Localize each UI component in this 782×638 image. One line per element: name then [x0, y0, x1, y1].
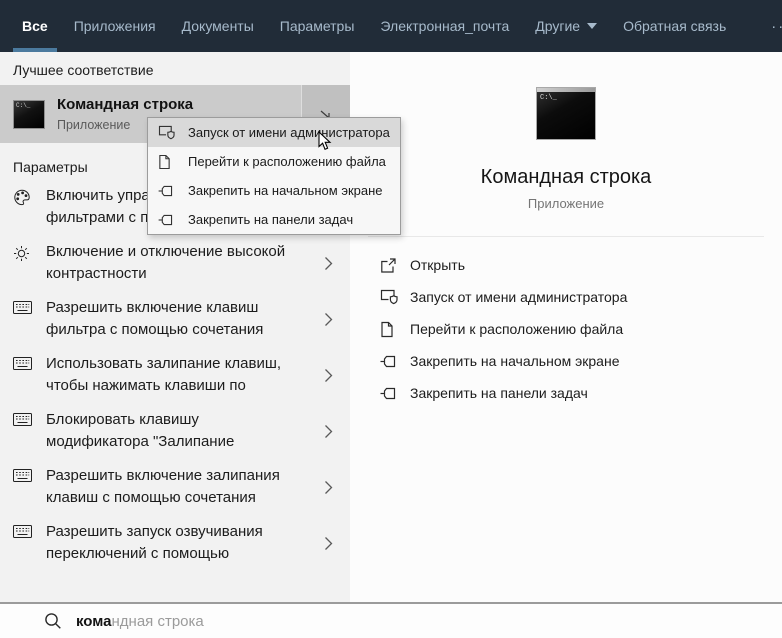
setting-result-filter-keys[interactable]: Разрешить включение клавиш фильтра с пом…: [0, 297, 350, 341]
menu-item-pin-to-taskbar[interactable]: Закрепить на панели задач: [148, 205, 400, 234]
action-open[interactable]: Открыть: [350, 249, 782, 281]
tab-apps[interactable]: Приложения: [65, 0, 165, 52]
tab-documents[interactable]: Документы: [173, 0, 263, 52]
preview-panel: C:\_ Командная строка Приложение Открыть…: [350, 52, 782, 602]
color-filters-icon: [13, 185, 46, 229]
feedback-button[interactable]: Обратная связь: [614, 0, 735, 52]
search-query-text: командная строка: [76, 613, 204, 630]
command-prompt-icon-large: C:\_: [536, 87, 596, 140]
tab-email[interactable]: Электронная_почта: [371, 0, 518, 52]
context-menu: Запуск от имени администратора Перейти к…: [147, 117, 401, 235]
command-prompt-icon-text: C:\_: [16, 101, 31, 109]
action-pin-to-start[interactable]: Закрепить на начальном экране: [350, 345, 782, 377]
file-location-icon: [158, 154, 178, 170]
settings-results-list: Включить упра фильтрами с по Включение и…: [0, 185, 350, 565]
pin-icon: [380, 387, 410, 400]
action-label: Закрепить на панели задач: [410, 385, 588, 401]
search-suggestion-text: ндная строка: [111, 612, 204, 630]
setting-result-label: Блокировать клавишу модификатора "Залипа…: [46, 411, 235, 450]
pin-icon: [380, 355, 410, 368]
setting-result-sticky-keys[interactable]: Использовать залипание клавиш, чтобы наж…: [0, 353, 350, 397]
search-typed-text: кома: [76, 612, 112, 630]
action-pin-to-taskbar[interactable]: Закрепить на панели задач: [350, 377, 782, 409]
command-prompt-icon-titlebar: [537, 88, 595, 92]
command-prompt-icon: C:\_: [13, 99, 45, 129]
pin-icon: [158, 214, 178, 226]
pin-icon: [158, 185, 178, 197]
tab-more-filters-label: Другие: [535, 18, 581, 34]
setting-result-label: Разрешить включение залипания клавиш с п…: [46, 467, 280, 506]
chevron-right-icon: [306, 465, 350, 509]
setting-result-lock-modifier[interactable]: Блокировать клавишу модификатора "Залипа…: [0, 409, 350, 453]
keyboard-icon: [13, 353, 46, 397]
menu-item-label: Закрепить на начальном экране: [188, 183, 383, 198]
keyboard-icon: [13, 521, 46, 565]
chevron-right-icon: [306, 521, 350, 565]
mouse-cursor: [318, 131, 332, 151]
action-label: Открыть: [410, 257, 465, 273]
command-prompt-icon-text: C:\_: [540, 94, 557, 102]
action-label: Перейти к расположению файла: [410, 321, 624, 337]
search-header-bar: Все Приложения Документы Параметры Элект…: [0, 0, 782, 52]
chevron-right-icon: [306, 353, 350, 397]
chevron-right-icon: [306, 409, 350, 453]
keyboard-icon: [13, 465, 46, 509]
search-icon: [45, 613, 61, 629]
setting-result-label: Использовать залипание клавиш, чтобы наж…: [46, 355, 282, 394]
tab-all[interactable]: Все: [13, 0, 57, 52]
contrast-icon: [13, 241, 46, 285]
run-as-admin-icon: [158, 125, 178, 140]
setting-result-toggle-sounds[interactable]: Разрешить запуск озвучивания переключени…: [0, 521, 350, 565]
search-input[interactable]: командная строка: [0, 602, 782, 638]
action-run-as-admin[interactable]: Запуск от имени администратора: [350, 281, 782, 313]
open-icon: [380, 257, 410, 274]
preview-actions-list: Открыть Запуск от имени администратора П…: [350, 249, 782, 409]
menu-item-label: Перейти к расположению файла: [188, 154, 386, 169]
best-match-title: Командная строка: [57, 96, 194, 113]
chevron-right-icon: [306, 241, 350, 285]
menu-item-label: Закрепить на панели задач: [188, 212, 354, 227]
run-as-admin-icon: [380, 289, 410, 305]
action-label: Запуск от имени администратора: [410, 289, 628, 305]
setting-result-enable-sticky[interactable]: Разрешить включение залипания клавиш с п…: [0, 465, 350, 509]
preview-divider: [368, 236, 764, 237]
preview-app-title: Командная строка: [480, 166, 652, 188]
file-location-icon: [380, 321, 410, 338]
menu-item-pin-to-start[interactable]: Закрепить на начальном экране: [148, 176, 400, 205]
action-label: Закрепить на начальном экране: [410, 353, 620, 369]
dropdown-arrow-icon: [587, 23, 598, 29]
menu-item-open-file-location[interactable]: Перейти к расположению файла: [148, 147, 400, 176]
tab-settings[interactable]: Параметры: [271, 0, 364, 52]
chevron-right-icon: [306, 297, 350, 341]
setting-result-high-contrast[interactable]: Включение и отключение высокой контрастн…: [0, 241, 350, 285]
action-open-file-location[interactable]: Перейти к расположению файла: [350, 313, 782, 345]
menu-item-run-as-admin[interactable]: Запуск от имени администратора: [148, 118, 400, 147]
tab-more-filters[interactable]: Другие: [526, 0, 606, 52]
setting-result-label: Включение и отключение высокой контрастн…: [46, 243, 286, 282]
setting-result-label: Разрешить запуск озвучивания переключени…: [46, 523, 263, 562]
setting-result-label: Разрешить включение клавиш фильтра с пом…: [46, 299, 264, 338]
more-options-button[interactable]: ···: [761, 0, 782, 52]
preview-app-subtitle: Приложение: [527, 196, 605, 211]
menu-item-label: Запуск от имени администратора: [188, 125, 390, 140]
keyboard-icon: [13, 409, 46, 453]
best-match-header: Лучшее соответствие: [13, 62, 154, 78]
keyboard-icon: [13, 297, 46, 341]
